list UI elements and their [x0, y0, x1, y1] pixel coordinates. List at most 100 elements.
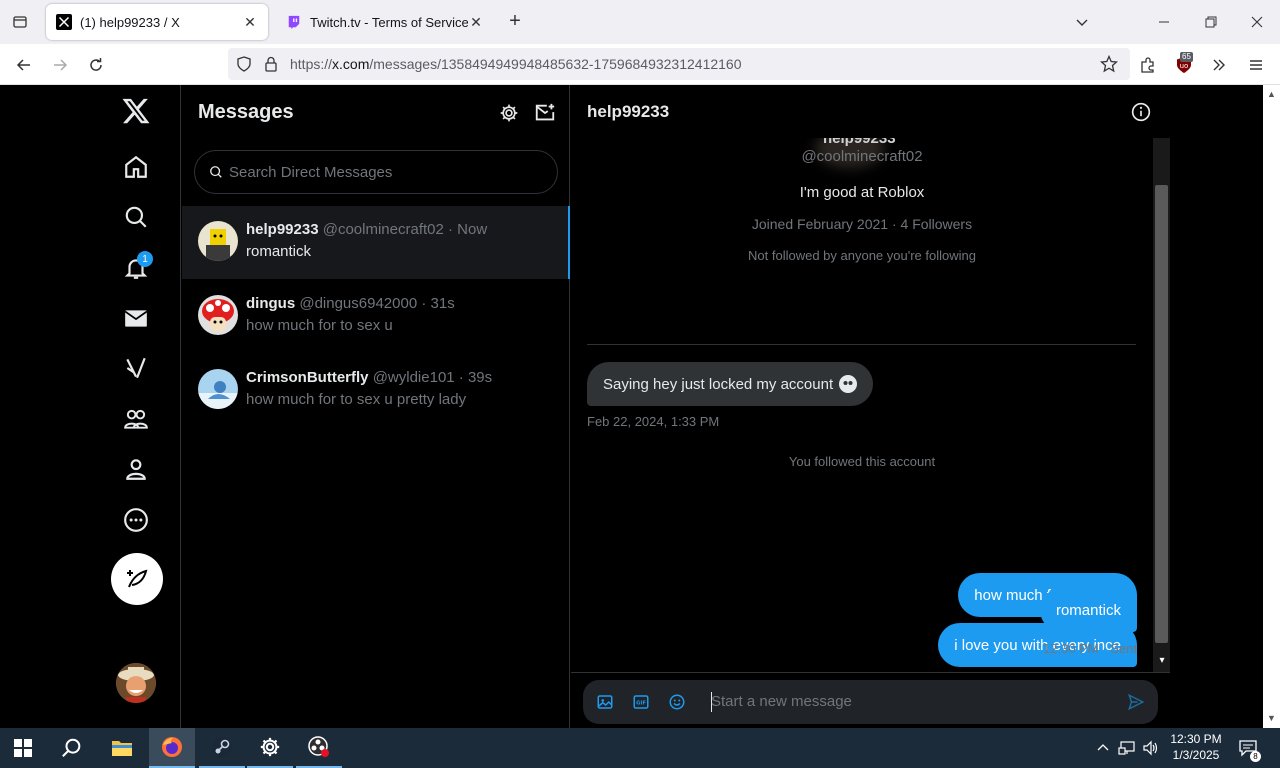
- person-icon: [126, 459, 146, 480]
- avatar: [198, 369, 238, 409]
- list-all-tabs-button[interactable]: [1068, 8, 1096, 36]
- gear-icon: [500, 104, 518, 122]
- tab-title: (1) help99233 / X: [80, 14, 180, 30]
- messages-nav-button[interactable]: [116, 298, 156, 338]
- windows-logo-icon: [14, 739, 32, 757]
- notification-count-badge: 8: [1250, 751, 1261, 762]
- gif-icon: GIF: [633, 695, 649, 709]
- reload-button[interactable]: [82, 51, 110, 79]
- close-icon: [1251, 16, 1263, 28]
- shield-icon[interactable]: [236, 56, 252, 72]
- outgoing-message[interactable]: romantick: [1039, 588, 1137, 632]
- settings-taskbar-button[interactable]: [247, 728, 293, 768]
- people-icon: [124, 409, 148, 429]
- bookmark-star-icon[interactable]: [1100, 55, 1118, 73]
- file-explorer-taskbar-button[interactable]: [99, 728, 145, 768]
- tab-list-button[interactable]: [0, 0, 40, 44]
- x-logo-button[interactable]: [116, 91, 156, 131]
- post-button[interactable]: [111, 553, 163, 605]
- extension-badge: 65: [1180, 52, 1193, 62]
- message-composer: GIF Start a new message: [583, 680, 1158, 724]
- conversation-item[interactable]: CrimsonButterfly @wyldie101 · 39s how mu…: [182, 354, 570, 427]
- home-icon: [125, 155, 147, 178]
- message-input[interactable]: Start a new message: [711, 693, 852, 710]
- scroll-down-arrow-icon[interactable]: ▼: [1267, 713, 1276, 723]
- profile-nav-button[interactable]: [116, 449, 156, 489]
- emoji-button[interactable]: [665, 690, 689, 714]
- start-button[interactable]: [0, 728, 46, 768]
- address-bar[interactable]: https://x.com/messages/13584949499484856…: [228, 48, 1130, 80]
- gif-button[interactable]: GIF: [629, 690, 653, 714]
- page-scrollbar[interactable]: ▲ ▼: [1263, 85, 1280, 728]
- obs-taskbar-button[interactable]: [296, 728, 342, 768]
- minimize-button[interactable]: [1150, 8, 1178, 36]
- windows-taskbar: 12:30 PM 1/3/2025 8: [0, 728, 1280, 768]
- divider: [571, 672, 1170, 673]
- send-icon: [1127, 693, 1145, 711]
- conversation-item[interactable]: help99233 @coolminecraft02 · Now romanti…: [182, 206, 570, 279]
- double-chevron-right-icon: [1213, 59, 1225, 71]
- arrow-right-icon: [54, 59, 68, 71]
- chat-scrollbar-thumb[interactable]: [1155, 185, 1168, 643]
- send-button[interactable]: [1124, 690, 1148, 714]
- forward-button[interactable]: [46, 51, 74, 79]
- clock-date: 1/3/2025: [1172, 748, 1220, 762]
- volume-tray-icon[interactable]: [1141, 738, 1161, 758]
- hamburger-menu-icon: [1250, 60, 1262, 70]
- grok-icon: [126, 357, 146, 379]
- communities-nav-button[interactable]: [116, 399, 156, 439]
- home-nav-button[interactable]: [116, 147, 156, 187]
- steam-taskbar-button[interactable]: [199, 728, 245, 768]
- conversation-info-button[interactable]: [1129, 100, 1153, 124]
- folder-icon: [112, 741, 132, 756]
- extensions-button[interactable]: [1134, 51, 1162, 79]
- conversation-time: · 31s: [421, 295, 455, 312]
- profile-bio: I'm good at Roblox: [799, 184, 925, 201]
- restore-button[interactable]: [1197, 8, 1225, 36]
- conversation-preview: romantick: [246, 243, 312, 260]
- skull-emoji-icon: [839, 375, 858, 393]
- taskbar-clock[interactable]: 12:30 PM 1/3/2025: [1168, 731, 1224, 763]
- conversation-handle: @coolminecraft02: [322, 221, 444, 238]
- incoming-message[interactable]: Saying hey just locked my account: [587, 362, 874, 406]
- lock-icon[interactable]: [264, 56, 278, 72]
- tab-close-icon[interactable]: ✕: [242, 14, 258, 30]
- show-hidden-icons-button[interactable]: [1093, 738, 1113, 758]
- chevron-down-icon: [1076, 19, 1088, 26]
- grok-nav-button[interactable]: [116, 348, 156, 388]
- conversation-name: dingus: [246, 295, 296, 312]
- tab-twitch-tos[interactable]: Twitch.tv - Terms of Service ✕: [276, 4, 494, 40]
- search-icon: [210, 166, 222, 178]
- message-settings-button[interactable]: [495, 99, 523, 127]
- new-message-button[interactable]: [531, 99, 559, 127]
- explore-nav-button[interactable]: [116, 197, 156, 237]
- close-window-button[interactable]: [1243, 8, 1271, 36]
- conversation-item[interactable]: dingus @dingus6942000 · 31s how much for…: [182, 280, 570, 353]
- new-tab-button[interactable]: +: [503, 10, 527, 34]
- message-text: Saying hey just locked my account: [603, 375, 834, 393]
- search-icon: [125, 206, 147, 228]
- tab-title: Twitch.tv - Terms of Service: [310, 14, 468, 30]
- tab-close-icon[interactable]: ✕: [468, 14, 484, 30]
- scroll-down-arrow-icon[interactable]: ▾: [1156, 655, 1168, 669]
- search-dm-input[interactable]: Search Direct Messages: [194, 150, 558, 194]
- scroll-up-arrow-icon[interactable]: ▲: [1267, 89, 1276, 99]
- x-logo-icon: [122, 98, 150, 124]
- firefox-taskbar-button[interactable]: [149, 728, 195, 768]
- clock-time: 12:30 PM: [1170, 732, 1222, 746]
- more-nav-button[interactable]: [116, 500, 156, 540]
- more-tools-button[interactable]: [1205, 51, 1233, 79]
- url-text: https://x.com/messages/13584949499484856…: [290, 56, 742, 72]
- network-tray-icon[interactable]: [1117, 738, 1137, 758]
- firefox-icon: [162, 737, 182, 757]
- tab-x-messages[interactable]: (1) help99233 / X ✕: [46, 4, 268, 40]
- back-button[interactable]: [10, 51, 38, 79]
- app-menu-button[interactable]: [1242, 51, 1270, 79]
- media-button[interactable]: [593, 690, 617, 714]
- account-avatar[interactable]: [116, 663, 156, 703]
- sent-status: 12:30 PM · Sent: [1043, 641, 1137, 656]
- profile-followed-by: Not followed by anyone you're following: [748, 248, 976, 263]
- search-taskbar-button[interactable]: [49, 728, 95, 768]
- divider: [587, 344, 1136, 345]
- profile-joined: Joined February 2021 · 4 Followers: [751, 216, 973, 232]
